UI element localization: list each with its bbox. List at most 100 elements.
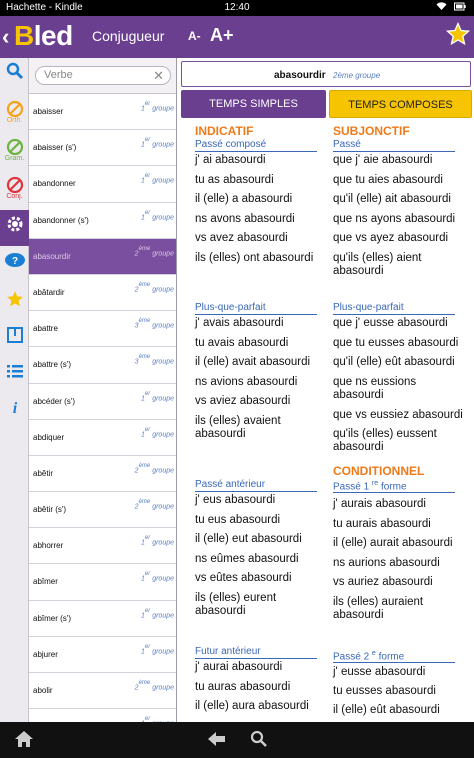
rail-gram-button[interactable]: Gram. (0, 134, 29, 170)
verb-group: 1er groupe (141, 571, 174, 583)
verb-list-item[interactable]: abêtir 2ème groupe (29, 455, 176, 493)
mood-indicatif: INDICATIF (195, 124, 254, 138)
home-icon (15, 731, 33, 747)
conj-subj-pqp-6: qu'ils (elles) eussent abasourdi (333, 428, 437, 453)
verb-list-item[interactable]: abattre (s') 3ème groupe (29, 347, 176, 384)
verb-list-item[interactable]: abcéder (s') 1er groupe (29, 383, 176, 420)
verb-list-item[interactable]: abaisser (s') 1er groupe (29, 130, 176, 167)
verb-group: 1er groupe (141, 209, 174, 221)
arrow-left-icon (208, 732, 225, 746)
conj-subj-passe-4: que ns ayons abasourdi (333, 213, 456, 225)
verb-name: abcéder (s') (33, 396, 75, 406)
conj-pa-5: vs eûtes abasourdi (195, 572, 292, 584)
verb-list-item[interactable]: abâtardir 2ème groupe (29, 274, 176, 312)
verb-name: abattre (s') (33, 360, 71, 370)
search-input[interactable] (44, 69, 154, 81)
conj-subj-pqp-2: que tu eusses abasourdi (333, 337, 459, 349)
rail-conj-button[interactable]: Conj. (0, 172, 29, 208)
verb-list-item[interactable]: abhorrer 1er groupe (29, 528, 176, 565)
verb-group: 2ème groupe (134, 499, 174, 511)
favorite-star-button[interactable] (445, 21, 472, 50)
search-icon (6, 62, 23, 80)
info-icon: i (12, 400, 17, 416)
nav-back-button[interactable] (208, 732, 226, 751)
nav-search-button[interactable] (250, 730, 268, 753)
rail-book-button[interactable] (0, 322, 29, 358)
conj-pqp-4: ns avions abasourdi (195, 376, 298, 388)
verb-list-item[interactable]: abandonner 1er groupe (29, 166, 176, 203)
font-decrease-button[interactable]: A- (188, 29, 201, 43)
verb-group: 3ème groupe (134, 318, 174, 330)
selected-verb-box: abasourdir 2ème groupe (181, 61, 471, 87)
verb-list-item[interactable]: abattre 3ème groupe (29, 311, 176, 348)
tab-temps-simples[interactable]: TEMPS SIMPLES (181, 90, 326, 118)
selected-verb: abasourdir (274, 70, 326, 81)
conj-subj-pqp-5: que vs eussiez abasourdi (333, 409, 463, 421)
mood-conditionnel: CONDITIONNEL (333, 464, 425, 478)
verb-name: abolir (33, 686, 53, 695)
search-icon (250, 730, 267, 747)
rail-list-button[interactable] (0, 358, 29, 394)
verb-group: 1er groupe (141, 101, 174, 113)
conj-fa-1: j' aurai abasourdi (195, 661, 283, 673)
tense-passe-compose: Passé composé (195, 139, 317, 152)
verb-list-item[interactable]: abîmer 1er groupe (29, 564, 176, 601)
verb-list-item[interactable]: abêtir (s') 2ème groupe (29, 492, 176, 529)
conj-passe-compose-5: vs avez abasourdi (195, 232, 288, 244)
verb-list-item[interactable]: abjurer 1er groupe (29, 636, 176, 673)
conj-pa-6: ils (elles) eurent abasourdi (195, 592, 277, 617)
verb-name: abâtardir (33, 287, 65, 297)
verb-list: abaisser 1er groupe abaisser (s') 1er group… (29, 94, 176, 722)
verb-name: abasourdir (33, 251, 71, 261)
search-box: ✕ (35, 66, 171, 85)
star-icon (445, 21, 471, 46)
verb-list-item[interactable]: abîmer (s') 1er groupe (29, 600, 176, 637)
rail-orth-button[interactable]: Orth. (0, 96, 29, 132)
conj-pa-1: j' eus abasourdi (195, 494, 276, 506)
verb-name: abîmer (s') (33, 613, 71, 623)
conj-cond2-3: il (elle) eût abasourdi (333, 704, 440, 716)
font-increase-button[interactable]: A+ (210, 25, 234, 46)
conj-pqp-1: j' avais abasourdi (195, 317, 284, 329)
star-icon (6, 291, 23, 307)
rail-favorites-button[interactable] (0, 286, 29, 322)
tense-plus-que-parfait: Plus-que-parfait (195, 302, 317, 315)
verb-name: abandonner (33, 179, 76, 189)
conj-subj-pqp-1: que j' eusse abasourdi (333, 317, 448, 329)
verb-list-panel: ✕ abaisser 1er groupe abaisser (s') 1er gro… (29, 58, 177, 722)
gear-icon (7, 216, 22, 232)
conj-subj-passe-2: que tu aies abasourdi (333, 174, 443, 186)
verb-group: 1er groupe (141, 426, 174, 439)
home-button[interactable] (14, 730, 34, 753)
conj-subj-passe-3: qu'il (elle) ait abasourdi (333, 193, 451, 205)
tense-cond-passe-1: Passé 1 re forme (333, 480, 455, 493)
verb-list-item[interactable]: abaisser 1er groupe (29, 94, 176, 131)
clear-icon[interactable]: ✕ (153, 68, 164, 84)
conj-subj-pqp-4: que ns eussions abasourdi (333, 376, 417, 401)
verb-name: abaisser (33, 107, 64, 116)
rail-search-button[interactable] (0, 58, 29, 94)
verb-list-item[interactable]: abdiquer 1er groupe (29, 419, 176, 456)
conj-pqp-2: tu avais abasourdi (195, 337, 289, 349)
conj-fa-3: il (elle) aura abasourdi (195, 700, 309, 712)
conj-cond1-5: vs auriez abasourdi (333, 576, 433, 588)
verb-list-item[interactable]: abandonner (s') 1er groupe (29, 202, 176, 239)
verb-name: abdiquer (33, 432, 65, 442)
verb-name: abîmer (33, 577, 58, 587)
verb-name: abhorrer (33, 541, 64, 551)
verb-list-item[interactable]: abasourdir 2ème groupe (29, 238, 176, 275)
tense-subj-passe: Passé (333, 139, 455, 152)
conj-subj-passe-5: que vs ayez abasourdi (333, 232, 449, 244)
verb-group: 2ème groupe (134, 680, 174, 692)
verb-list-item[interactable]: 1er groupe (29, 709, 176, 722)
rail-info-button[interactable]: i (0, 394, 29, 430)
rail-help-button[interactable]: ? (0, 248, 29, 284)
rail-settings-button[interactable] (0, 210, 29, 246)
conj-passe-compose-1: j' ai abasourdi (195, 154, 266, 166)
verb-list-item[interactable]: abolir 2ème groupe (29, 673, 176, 710)
tab-temps-composes[interactable]: TEMPS COMPOSES (329, 90, 472, 118)
back-chevron-icon[interactable]: ‹ (2, 24, 14, 50)
verb-group: 1er groupe (141, 643, 174, 656)
verb-group: 2ème groupe (134, 281, 174, 294)
rail-gram-label: Gram. (4, 155, 25, 162)
